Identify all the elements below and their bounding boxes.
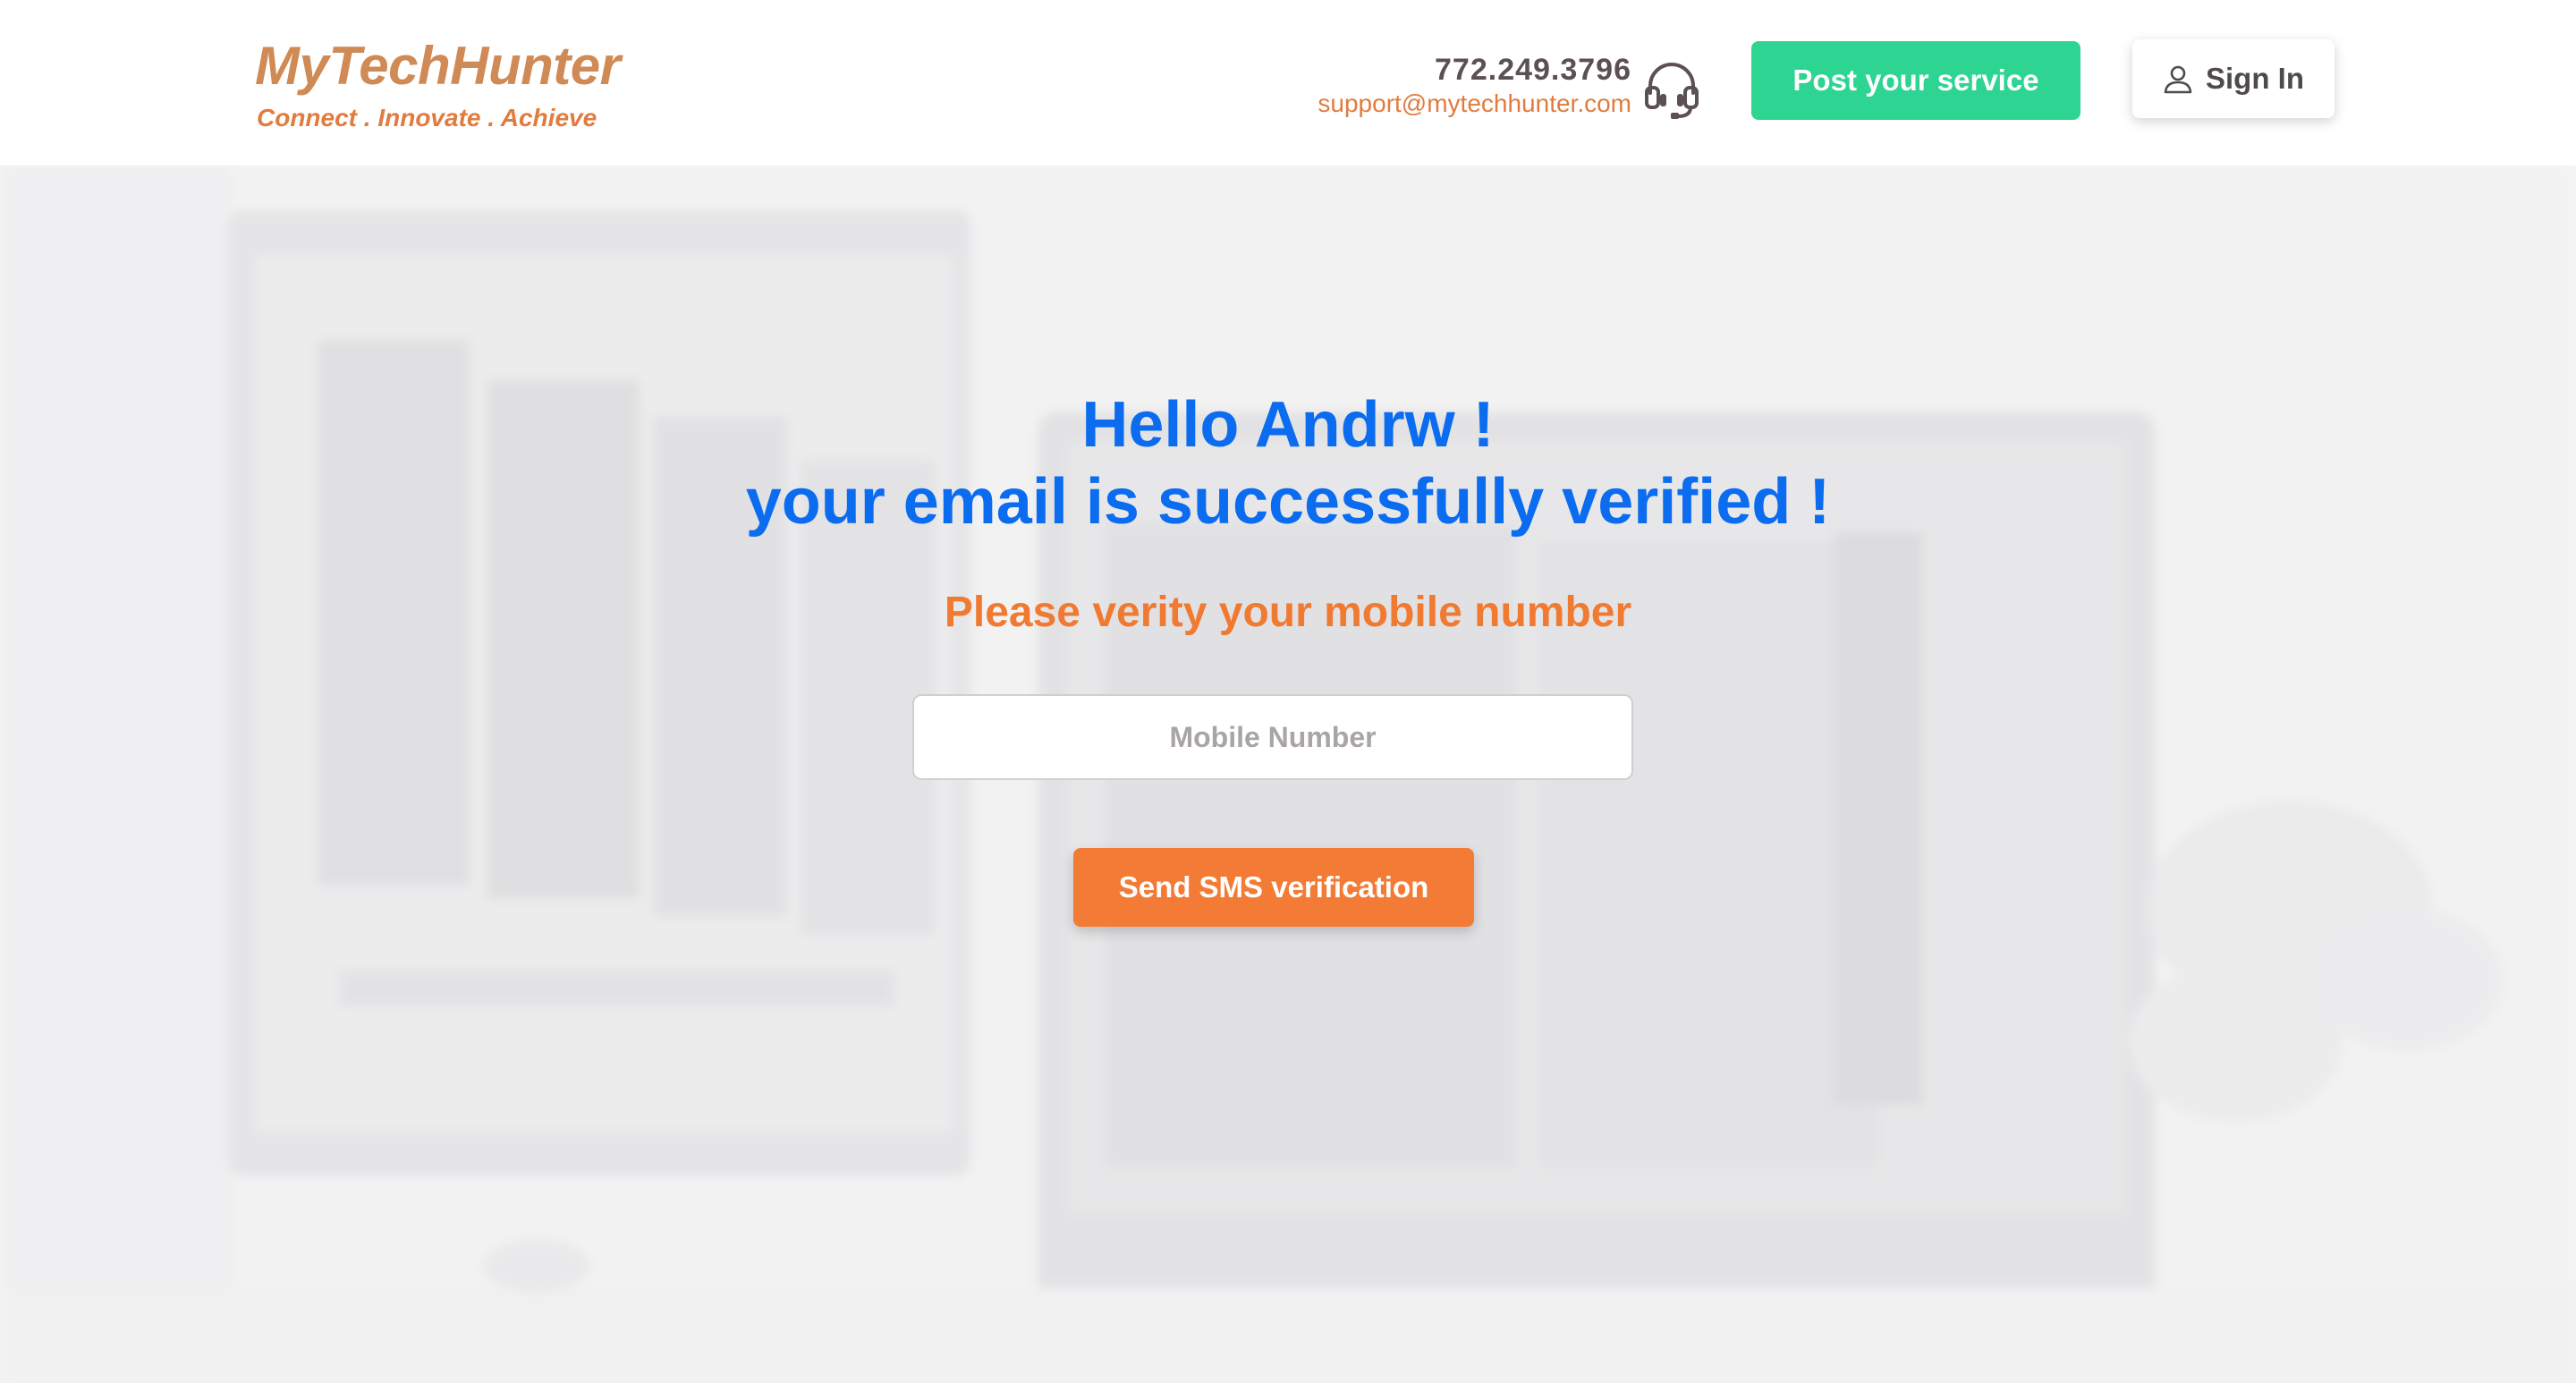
site-header: MyTechHunter Connect . Innovate . Achiev… [0, 0, 2576, 165]
contact-phone[interactable]: 772.249.3796 [1318, 52, 1631, 88]
sign-in-button[interactable]: Sign In [2132, 39, 2334, 118]
mobile-verify-subtitle: Please verity your mobile number [944, 589, 1632, 636]
sign-in-label: Sign In [2206, 62, 2304, 95]
headset-icon [1645, 63, 1699, 119]
contact-info: 772.249.3796 support@mytechhunter.com [1318, 52, 1631, 120]
contact-email[interactable]: support@mytechhunter.com [1318, 88, 1631, 120]
email-verified-heading: your email is successfully verified ! [745, 466, 1831, 538]
greeting-heading: Hello Andrw ! [1081, 389, 1495, 461]
brand-logo[interactable]: MyTechHunter Connect . Innovate . Achiev… [255, 30, 621, 132]
mobile-number-input[interactable] [912, 694, 1633, 780]
user-icon [2164, 65, 2192, 94]
brand-name[interactable]: MyTechHunter [255, 30, 621, 102]
post-service-button[interactable]: Post your service [1751, 41, 2080, 120]
send-sms-verification-button[interactable]: Send SMS verification [1073, 848, 1474, 927]
brand-tagline: Connect . Innovate . Achieve [257, 104, 597, 132]
